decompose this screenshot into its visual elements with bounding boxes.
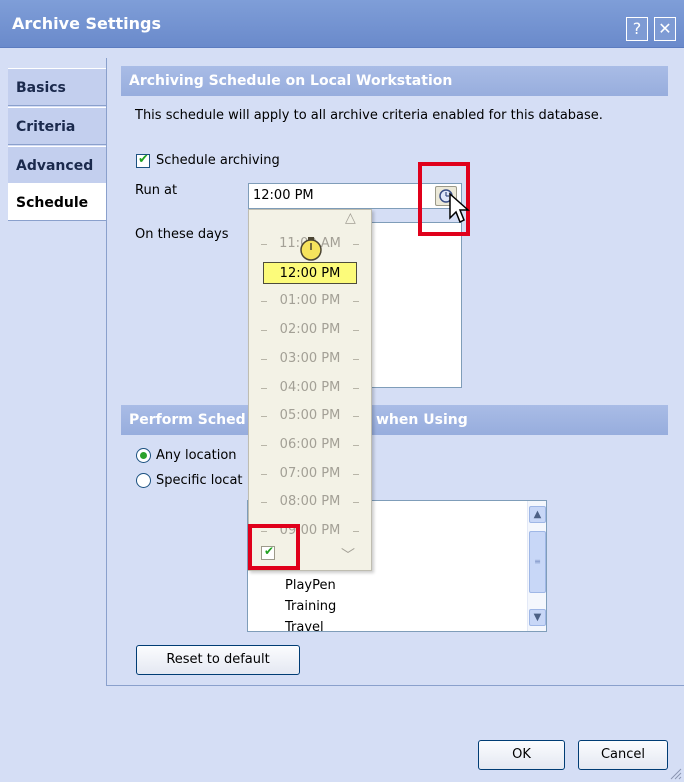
help-button[interactable]: ?	[626, 17, 648, 41]
close-icon: ✕	[658, 19, 672, 38]
dropdown-scroll-down-icon[interactable]: ﹀	[341, 545, 355, 565]
time-option[interactable]: 08:00 PM	[261, 491, 359, 513]
title-bar: Archive Settings ? ✕	[0, 0, 684, 48]
tab-advanced-label: Advanced	[16, 158, 94, 174]
on-these-days-label: On these days	[135, 227, 229, 242]
reset-to-default-button[interactable]: Reset to default	[136, 645, 300, 675]
ok-label: OK	[512, 747, 531, 762]
reset-to-default-label: Reset to default	[166, 652, 270, 667]
tab-schedule[interactable]: Schedule	[8, 183, 108, 221]
list-item[interactable]: Travel	[285, 620, 324, 631]
time-option[interactable]: 04:00 PM	[261, 377, 359, 399]
specific-location-radio[interactable]	[136, 473, 151, 488]
cancel-button[interactable]: Cancel	[578, 740, 668, 770]
tab-basics-label: Basics	[16, 80, 66, 96]
close-button[interactable]: ✕	[654, 17, 676, 41]
archiving-schedule-header: Archiving Schedule on Local Workstation	[121, 66, 668, 96]
tab-schedule-label: Schedule	[16, 195, 89, 211]
listbox-scrollbar[interactable]: ▲ ≡ ▼	[527, 501, 546, 631]
tab-advanced[interactable]: Advanced	[8, 146, 106, 184]
time-option[interactable]: 03:00 PM	[261, 348, 359, 370]
perform-schedule-header: Perform Sched when Using	[121, 405, 668, 435]
scroll-up-button[interactable]: ▲	[529, 506, 546, 523]
time-option[interactable]: 07:00 PM	[261, 463, 359, 485]
run-at-value: 12:00 PM	[253, 188, 314, 203]
list-item[interactable]: Training	[285, 599, 336, 614]
list-item[interactable]: PlayPen	[285, 578, 336, 593]
any-location-label: Any location	[156, 448, 237, 463]
ok-button[interactable]: OK	[478, 740, 565, 770]
archive-settings-dialog: Archive Settings ? ✕ Basics Criteria Adv…	[0, 0, 684, 782]
tab-criteria-label: Criteria	[16, 119, 76, 135]
checkbox-highlight	[248, 524, 300, 570]
scroll-down-button[interactable]: ▼	[529, 609, 546, 626]
any-location-radio[interactable]	[136, 448, 151, 463]
tab-criteria[interactable]: Criteria	[8, 107, 106, 145]
cancel-label: Cancel	[600, 747, 646, 762]
radio-selected-dot	[140, 452, 147, 459]
tab-basics[interactable]: Basics	[8, 68, 106, 106]
time-option[interactable]: 01:00 PM	[261, 290, 359, 312]
time-option-selected[interactable]: 12:00 PM	[263, 262, 357, 284]
window-title: Archive Settings	[12, 14, 162, 33]
time-option[interactable]: 05:00 PM	[261, 405, 359, 427]
check-icon: ✔	[138, 152, 149, 167]
resize-grip-icon[interactable]	[668, 766, 682, 780]
scroll-thumb[interactable]: ≡	[529, 531, 546, 593]
run-at-label: Run at	[135, 183, 178, 198]
time-dropdown[interactable]: △ 11:00 AM 12:00 PM 01:00 PM 02:00 PM 03…	[248, 209, 372, 571]
perform-header-right: when Using	[376, 412, 468, 428]
archiving-schedule-header-text: Archiving Schedule on Local Workstation	[129, 73, 453, 89]
schedule-description: This schedule will apply to all archive …	[135, 108, 603, 123]
alarm-clock-icon	[300, 237, 322, 261]
dropdown-scroll-up-icon[interactable]: △	[345, 210, 356, 226]
help-icon: ?	[632, 19, 642, 38]
mouse-pointer-icon	[449, 192, 470, 224]
perform-header-left: Perform Sched	[129, 412, 246, 428]
time-option[interactable]: 06:00 PM	[261, 434, 359, 456]
specific-location-label: Specific locat	[156, 473, 243, 488]
schedule-archiving-label: Schedule archiving	[156, 153, 280, 168]
time-option[interactable]: 02:00 PM	[261, 319, 359, 341]
schedule-archiving-checkbox[interactable]: ✔	[136, 152, 150, 168]
